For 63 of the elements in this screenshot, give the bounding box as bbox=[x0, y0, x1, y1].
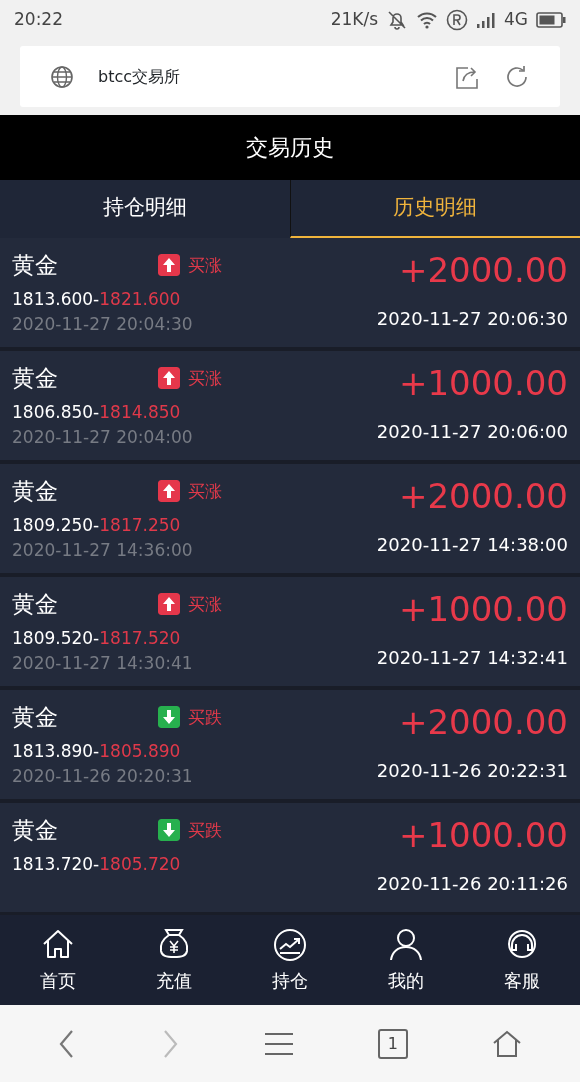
close-time: 2020-11-27 14:32:41 bbox=[376, 647, 568, 669]
refresh-icon[interactable] bbox=[504, 63, 530, 90]
nav-item[interactable]: 充值 bbox=[116, 915, 232, 1005]
profit-amount: +1000.00 bbox=[398, 815, 568, 855]
price-range: 1813.600-1821.600 bbox=[12, 288, 181, 309]
battery-icon bbox=[536, 12, 566, 28]
product-name: 黄金 bbox=[12, 703, 58, 732]
signal-icon bbox=[476, 11, 496, 29]
open-time: 2020-11-27 20:04:30 bbox=[12, 314, 193, 334]
price-range: 1806.850-1814.850 bbox=[12, 401, 181, 422]
globe-icon bbox=[50, 64, 74, 89]
price-range: 1809.250-1817.250 bbox=[12, 514, 181, 535]
close-time: 2020-11-27 20:06:00 bbox=[376, 421, 568, 443]
open-time: 2020-11-27 14:30:41 bbox=[12, 653, 193, 673]
tabs-button[interactable]: 1 bbox=[377, 1028, 408, 1059]
trade-row[interactable]: 黄金 买跌 1813.720-1805.720 +1000.00 2020-11-26 20:11:26 bbox=[0, 803, 580, 915]
tab[interactable]: 持仓明细 bbox=[0, 180, 290, 238]
nav-item[interactable]: 首页 bbox=[0, 915, 116, 1005]
close-time: 2020-11-27 14:38:00 bbox=[376, 534, 568, 556]
close-time: 2020-11-27 20:06:30 bbox=[376, 308, 568, 330]
product-name: 黄金 bbox=[12, 364, 58, 393]
price-range: 1813.890-1805.890 bbox=[12, 740, 181, 761]
trade-row[interactable]: 黄金 买涨 1806.850-1814.850 2020-11-27 20:04:00 +1000.00 2020-11-27 20:06:00 bbox=[0, 351, 580, 464]
page-header-title: 交易历史 bbox=[246, 134, 334, 162]
person-icon bbox=[388, 926, 424, 963]
product-name: 黄金 bbox=[12, 816, 58, 845]
profit-amount: +2000.00 bbox=[398, 702, 568, 742]
nav-item[interactable]: 我的 bbox=[348, 915, 464, 1005]
product-name: 黄金 bbox=[12, 251, 58, 280]
profit-amount: +2000.00 bbox=[398, 476, 568, 516]
trade-row[interactable]: 黄金 买涨 1809.520-1817.520 2020-11-27 14:30:41 +1000.00 2020-11-27 14:32:41 bbox=[0, 577, 580, 690]
trade-row[interactable]: 黄金 买涨 1809.250-1817.250 2020-11-27 14:36:00 +2000.00 2020-11-27 14:38:00 bbox=[0, 464, 580, 577]
address-bar[interactable]: btcc交易所 bbox=[20, 46, 560, 107]
trade-direction: 买涨 bbox=[188, 592, 222, 616]
nav-item[interactable]: 客服 bbox=[464, 915, 580, 1005]
product-name: 黄金 bbox=[12, 477, 58, 506]
price-range: 1809.520-1817.520 bbox=[12, 627, 181, 648]
profit-amount: +2000.00 bbox=[398, 250, 568, 290]
price-range: 1813.720-1805.720 bbox=[12, 853, 181, 874]
nav-item[interactable]: 持仓 bbox=[232, 915, 348, 1005]
open-time: 2020-11-27 20:04:00 bbox=[12, 427, 193, 447]
registered-icon bbox=[446, 9, 468, 31]
profit-amount: +1000.00 bbox=[398, 589, 568, 629]
trade-direction: 买涨 bbox=[188, 253, 222, 277]
product-name: 黄金 bbox=[12, 590, 58, 619]
network-speed: 21K/s bbox=[330, 8, 378, 32]
trade-row[interactable]: 黄金 买涨 1813.600-1821.600 2020-11-27 20:04:30 +2000.00 2020-11-27 20:06:30 bbox=[0, 238, 580, 351]
trade-direction: 买跌 bbox=[188, 705, 222, 729]
trade-direction: 买涨 bbox=[188, 479, 222, 503]
page-title: btcc交易所 bbox=[98, 65, 181, 88]
close-time: 2020-11-26 20:11:26 bbox=[376, 873, 568, 895]
trade-direction: 买跌 bbox=[188, 818, 222, 842]
open-time: 2020-11-27 14:36:00 bbox=[12, 540, 193, 560]
mute-bell-icon bbox=[386, 9, 408, 31]
network-type: 4G bbox=[504, 8, 528, 32]
open-time: 2020-11-26 20:20:31 bbox=[12, 766, 193, 786]
close-time: 2020-11-26 20:22:31 bbox=[376, 760, 568, 782]
trade-row[interactable]: 黄金 买跌 1813.890-1805.890 2020-11-26 20:20:31 +2000.00 2020-11-26 20:22:31 bbox=[0, 690, 580, 803]
profit-amount: +1000.00 bbox=[398, 363, 568, 403]
wifi-icon bbox=[416, 10, 438, 30]
trade-direction: 买涨 bbox=[188, 366, 222, 390]
status-time: 20:22 bbox=[14, 8, 63, 32]
chart-circle-icon bbox=[272, 926, 308, 963]
